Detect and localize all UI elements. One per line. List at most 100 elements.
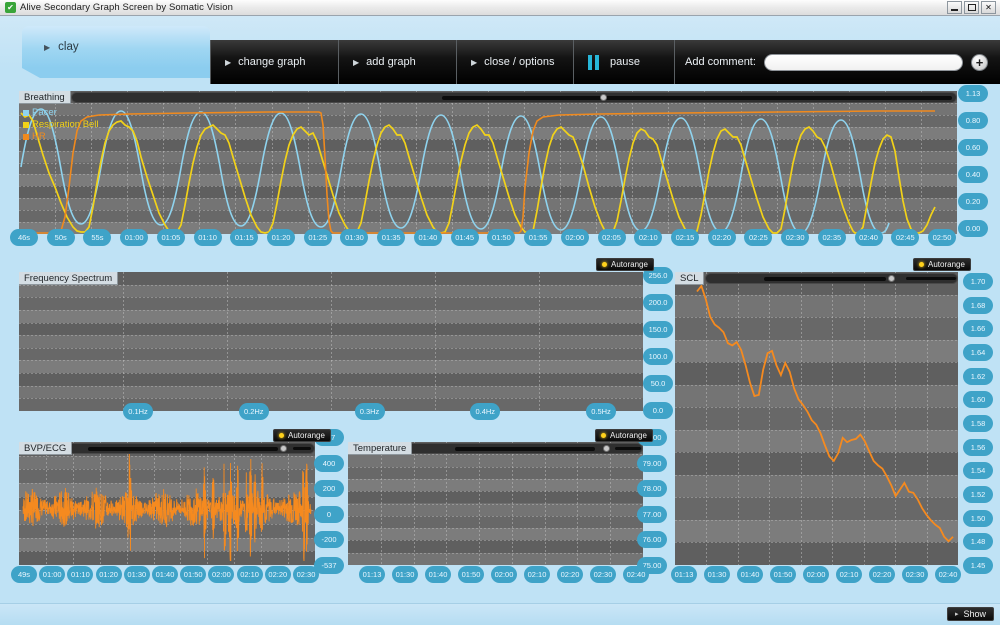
scroll-bvp-ecg[interactable] xyxy=(67,443,315,454)
bvp-ecg-x-tick: 49s xyxy=(11,566,37,583)
triangle-right-icon: ▶ xyxy=(225,58,231,67)
breathing-x-tick: 01:40 xyxy=(414,229,442,246)
close-icon[interactable]: ✕ xyxy=(981,1,996,14)
bvp-ecg-x-tick: 02:20 xyxy=(265,566,291,583)
scl-x-tick: 01:13 xyxy=(671,566,697,583)
session-tab-label: clay xyxy=(58,41,78,53)
bvp-ecg-y-tick: 200 xyxy=(314,480,344,497)
scroll-scl[interactable] xyxy=(705,273,958,284)
bvp-ecg-y-tick: -200 xyxy=(314,531,344,548)
menu-label: change graph xyxy=(238,56,305,68)
temperature-x-tick: 01:30 xyxy=(392,566,418,583)
add-comment-button[interactable]: + xyxy=(971,54,988,71)
menu-label: close / options xyxy=(484,56,554,68)
app-checkmark-icon: ✔ xyxy=(5,2,16,13)
show-label: Show xyxy=(963,609,986,619)
plot-title-frequency-spectrum: Frequency Spectrum xyxy=(19,272,118,285)
menu-item-pause[interactable]: pause xyxy=(574,40,675,84)
session-tab-clay[interactable]: ▶ clay xyxy=(22,26,210,68)
add-comment-label: Add comment: xyxy=(685,56,756,68)
plot-bands xyxy=(348,442,643,565)
panel-scl: SCL xyxy=(675,272,958,565)
breathing-x-tick: 02:35 xyxy=(818,229,846,246)
scl-x-tick: 02:10 xyxy=(836,566,862,583)
plot-title-breathing: Breathing xyxy=(19,91,71,104)
triangle-right-icon: ▶ xyxy=(353,58,359,67)
scl-y-tick: 1.68 xyxy=(963,297,993,314)
scl-y-tick: 1.50 xyxy=(963,510,993,527)
breathing-x-tick: 50s xyxy=(47,229,75,246)
bvp-ecg-autorange-button[interactable]: Autorange xyxy=(273,429,331,442)
scl-y-tick: 1.48 xyxy=(963,533,993,550)
panel-bvp-ecg: BVP/ECG xyxy=(19,442,315,565)
temperature-x-tick: 01:50 xyxy=(458,566,484,583)
breathing-x-tick: 01:20 xyxy=(267,229,295,246)
legend-swatch-icon xyxy=(23,122,29,128)
bvp-ecg-y-tick: 400 xyxy=(314,455,344,472)
scroll-breathing[interactable] xyxy=(71,92,957,103)
scl-x-tick: 02:20 xyxy=(869,566,895,583)
scl-y-tick: 1.62 xyxy=(963,368,993,385)
bvp-ecg-x-tick: 02:10 xyxy=(237,566,263,583)
breathing-x-tick: 02:30 xyxy=(781,229,809,246)
scl-y-tick: 1.56 xyxy=(963,439,993,456)
plot-title-temperature: Temperature xyxy=(348,442,412,455)
scl-y-tick: 1.54 xyxy=(963,462,993,479)
comment-input[interactable] xyxy=(764,54,963,71)
breathing-x-tick: 02:05 xyxy=(598,229,626,246)
breathing-x-tick: 01:25 xyxy=(304,229,332,246)
legend-breathing: Pacer Respiration Bell HR xyxy=(23,107,99,143)
frequency-spectrum-y-tick: 100.0 xyxy=(643,348,673,365)
frequency-spectrum-y-tick: 150.0 xyxy=(643,321,673,338)
temperature-x-tick: 02:20 xyxy=(557,566,583,583)
bvp-ecg-x-tick: 01:40 xyxy=(152,566,178,583)
trace-respiration-bell xyxy=(21,113,935,233)
breathing-x-tick: 02:40 xyxy=(855,229,883,246)
plot-breathing: Pacer Respiration Bell HR Breathing xyxy=(19,91,957,234)
frequency-spectrum-y-tick: 50.0 xyxy=(643,375,673,392)
scl-x-tick: 02:30 xyxy=(902,566,928,583)
temperature-y-tick: 76.00 xyxy=(637,531,667,548)
show-button[interactable]: ▸ Show xyxy=(947,607,994,621)
scl-x-tick: 01:30 xyxy=(704,566,730,583)
scl-y-tick: 1.64 xyxy=(963,344,993,361)
minimize-button[interactable] xyxy=(947,1,962,14)
legend-swatch-icon xyxy=(23,134,29,140)
menu-bar: ▶ change graph ▶ add graph ▶ close / opt… xyxy=(210,40,1000,84)
pause-icon xyxy=(588,55,599,70)
breathing-right-autorange-button[interactable]: Autorange xyxy=(913,258,971,271)
bvp-ecg-x-tick: 01:30 xyxy=(124,566,150,583)
temperature-x-tick: 01:13 xyxy=(359,566,385,583)
frequency-spectrum-y-tick: 200.0 xyxy=(643,294,673,311)
maximize-button[interactable] xyxy=(964,1,979,14)
breathing-y-tick: 0.20 xyxy=(958,193,988,210)
bvp-ecg-y-tick: 0 xyxy=(314,506,344,523)
panel-temperature: Temperature xyxy=(348,442,643,565)
plot-temperature: Temperature xyxy=(348,442,643,565)
legend-label: Pacer xyxy=(32,107,57,119)
menu-item-change-graph[interactable]: ▶ change graph xyxy=(211,40,339,84)
plot-frequency-spectrum: Frequency Spectrum xyxy=(19,272,643,411)
breathing-autorange-button[interactable]: Autorange xyxy=(596,258,654,271)
frequency-spectrum-x-tick: 0.1Hz xyxy=(123,403,153,420)
scl-x-tick: 02:40 xyxy=(935,566,961,583)
temperature-autorange-button[interactable]: Autorange xyxy=(595,429,653,442)
status-bar: ▸ Show xyxy=(0,603,1000,625)
legend-swatch-icon xyxy=(23,110,29,116)
menu-item-close-options[interactable]: ▶ close / options xyxy=(457,40,574,84)
scroll-temperature[interactable] xyxy=(404,443,643,454)
trace-hr xyxy=(21,111,935,233)
breathing-y-tick: 0.40 xyxy=(958,166,988,183)
panel-frequency-spectrum: Frequency Spectrum xyxy=(19,272,643,411)
plot-bands xyxy=(19,272,643,411)
autorange-label: Autorange xyxy=(610,431,647,440)
autorange-label: Autorange xyxy=(928,260,965,269)
menu-item-add-graph[interactable]: ▶ add graph xyxy=(339,40,457,84)
bvp-ecg-x-tick: 01:50 xyxy=(180,566,206,583)
breathing-y-tick: 0.00 xyxy=(958,220,988,237)
window-controls: ✕ xyxy=(947,1,998,14)
temperature-y-tick: 79.00 xyxy=(637,455,667,472)
temperature-y-tick: 77.00 xyxy=(637,506,667,523)
panel-breathing: Pacer Respiration Bell HR Breathing xyxy=(19,91,957,234)
menu-label: add graph xyxy=(366,56,416,68)
